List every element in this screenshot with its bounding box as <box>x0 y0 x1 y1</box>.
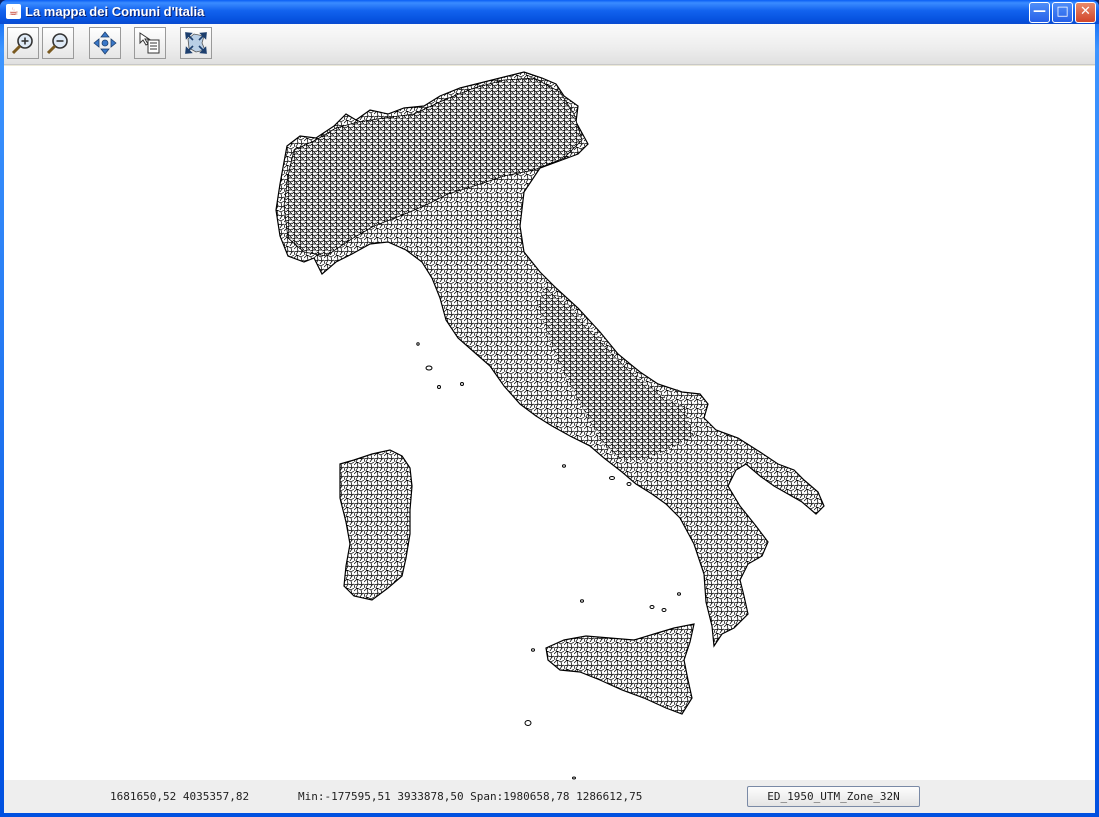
minimize-icon: — <box>1033 4 1046 19</box>
zoom-in-button[interactable] <box>7 27 39 59</box>
minimize-button[interactable]: — <box>1029 2 1050 23</box>
client-area: 1681650,52 4035357,82 Min:-177595,51 393… <box>4 24 1095 813</box>
close-button[interactable]: ✕ <box>1075 2 1096 23</box>
zoom-out-button[interactable] <box>42 27 74 59</box>
zoom-in-icon <box>11 33 33 55</box>
window-title: La mappa dei Comuni d'Italia <box>25 4 205 19</box>
sardinia <box>339 449 413 601</box>
status-bar: 1681650,52 4035357,82 Min:-177595,51 393… <box>4 780 1095 813</box>
zoom-out-icon <box>46 33 68 55</box>
info-button[interactable] <box>134 27 166 59</box>
title-bar[interactable]: ☕ La mappa dei Comuni d'Italia — □ ✕ <box>0 0 1099 24</box>
maximize-button[interactable]: □ <box>1052 2 1073 23</box>
map-toolbar <box>4 24 1095 65</box>
info-icon <box>139 32 160 54</box>
application-window: ☕ La mappa dei Comuni d'Italia — □ ✕ 168… <box>0 0 1099 817</box>
reset-extent-button[interactable] <box>180 27 212 59</box>
italy-municipalities-map <box>275 71 825 803</box>
close-icon: ✕ <box>1080 4 1091 19</box>
crs-button[interactable]: ED_1950_UTM_Zone_32N <box>747 786 920 807</box>
cursor-coordinates: 1681650,52 4035357,82 <box>110 790 250 803</box>
map-canvas[interactable] <box>4 66 1095 803</box>
pan-button[interactable] <box>89 27 121 59</box>
reset-extent-icon <box>185 32 207 54</box>
map-extent: Min:-177595,51 3933878,50 Span:1980658,7… <box>298 790 643 803</box>
sicily <box>545 623 695 715</box>
pan-icon <box>93 31 117 55</box>
maximize-icon: □ <box>1056 4 1069 19</box>
java-app-icon[interactable]: ☕ <box>6 4 21 19</box>
